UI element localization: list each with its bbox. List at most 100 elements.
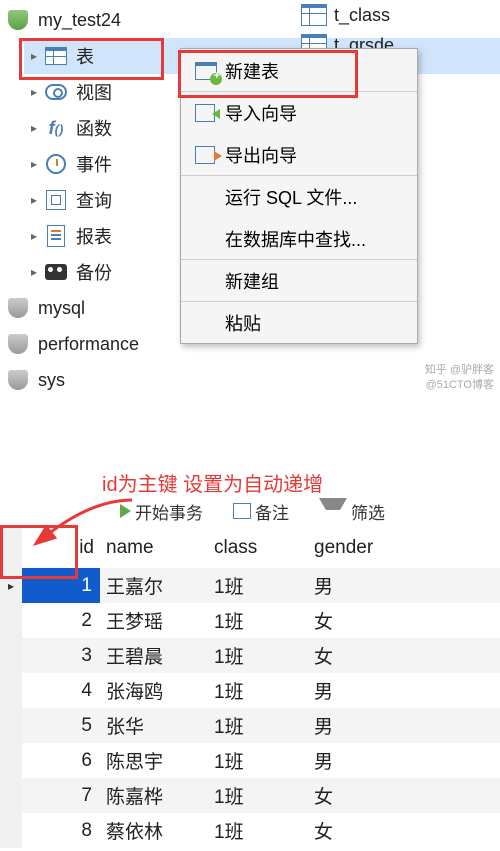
query-icon: [42, 188, 70, 212]
cell-name[interactable]: 王嘉尔: [100, 568, 208, 603]
cell-id[interactable]: 7: [22, 778, 100, 813]
row-marker: [0, 778, 22, 813]
expand-icon: ▸: [28, 85, 40, 99]
cell-name[interactable]: 陈思宇: [100, 743, 208, 778]
cell-class[interactable]: 1班: [208, 813, 308, 848]
menu-label: 导入向导: [225, 100, 297, 126]
database-label: sys: [38, 370, 65, 391]
expand-icon: ▸: [28, 157, 40, 171]
cell-gender[interactable]: 女: [308, 778, 408, 813]
cell-class[interactable]: 1班: [208, 673, 308, 708]
tree-label: 表: [76, 43, 94, 69]
menu-label: 在数据库中查找...: [225, 226, 366, 252]
cell-gender[interactable]: 男: [308, 568, 408, 603]
function-icon: f(): [42, 116, 70, 140]
database-label: mysql: [38, 298, 85, 319]
annotation-arrow: [32, 495, 142, 550]
cell-name[interactable]: 陈嘉桦: [100, 778, 208, 813]
menu-new-group[interactable]: 新建组: [181, 259, 417, 301]
menu-export-wizard[interactable]: 导出向导: [181, 133, 417, 175]
table-row[interactable]: 7陈嘉桦1班女: [0, 778, 500, 813]
menu-label: 新建表: [225, 58, 279, 84]
menu-find-in-db[interactable]: 在数据库中查找...: [181, 217, 417, 259]
expand-icon: ▸: [28, 229, 40, 243]
cell-class[interactable]: 1班: [208, 568, 308, 603]
table-row[interactable]: 4张海鸥1班男: [0, 673, 500, 708]
cell-id[interactable]: 4: [22, 673, 100, 708]
cell-class[interactable]: 1班: [208, 638, 308, 673]
expand-icon: ▸: [28, 49, 40, 63]
database-icon: [4, 332, 32, 356]
cell-id[interactable]: 1: [22, 568, 100, 603]
cell-id[interactable]: 6: [22, 743, 100, 778]
database-icon: [4, 368, 32, 392]
menu-label: 粘贴: [225, 310, 261, 336]
cell-id[interactable]: 2: [22, 603, 100, 638]
column-header-gender[interactable]: gender: [308, 528, 408, 568]
cell-class[interactable]: 1班: [208, 708, 308, 743]
cell-name[interactable]: 王梦瑶: [100, 603, 208, 638]
cell-name[interactable]: 王碧晨: [100, 638, 208, 673]
cell-class[interactable]: 1班: [208, 743, 308, 778]
table-entry-t_class[interactable]: t_class: [300, 0, 500, 30]
event-icon: [42, 152, 70, 176]
context-menu: + 新建表 导入向导 导出向导 运行 SQL 文件... 在数据库中查找... …: [180, 48, 418, 344]
cell-class[interactable]: 1班: [208, 603, 308, 638]
cell-name[interactable]: 张海鸥: [100, 673, 208, 708]
database-icon: [4, 8, 32, 32]
menu-import-wizard[interactable]: 导入向导: [181, 91, 417, 133]
table-row[interactable]: 8蔡依林1班女: [0, 813, 500, 848]
cell-class[interactable]: 1班: [208, 778, 308, 813]
cell-gender[interactable]: 男: [308, 673, 408, 708]
filter-icon: [319, 498, 347, 524]
row-marker: [0, 673, 22, 708]
annotation-text: id为主键 设置为自动递增: [102, 468, 323, 497]
column-header-class[interactable]: class: [208, 528, 308, 568]
cell-id[interactable]: 8: [22, 813, 100, 848]
table-icon: [300, 3, 328, 27]
row-marker: [0, 638, 22, 673]
backup-icon: [42, 260, 70, 284]
tree-label: 事件: [76, 151, 112, 177]
view-icon: [42, 80, 70, 104]
memo-button[interactable]: 备注: [233, 498, 289, 524]
table-row[interactable]: ▸1王嘉尔1班男: [0, 568, 500, 603]
cell-name[interactable]: 蔡依林: [100, 813, 208, 848]
row-marker: [0, 603, 22, 638]
watermark: 知乎 @驴胖客 @51CTO博客: [425, 363, 494, 392]
cell-gender[interactable]: 女: [308, 813, 408, 848]
row-marker: ▸: [0, 568, 22, 603]
cell-gender[interactable]: 男: [308, 708, 408, 743]
table-row[interactable]: 2王梦瑶1班女: [0, 603, 500, 638]
expand-icon: ▸: [28, 265, 40, 279]
filter-button[interactable]: 筛选: [319, 498, 385, 524]
row-marker: [0, 813, 22, 848]
toolbar: 开始事务 备注 筛选: [120, 498, 385, 524]
menu-label: 导出向导: [225, 142, 297, 168]
menu-new-table[interactable]: + 新建表: [181, 49, 417, 91]
expand-icon: ▸: [28, 193, 40, 207]
report-icon: [42, 224, 70, 248]
table-row[interactable]: 6陈思宇1班男: [0, 743, 500, 778]
new-table-icon: +: [195, 62, 225, 80]
import-icon: [195, 104, 225, 122]
menu-label: 运行 SQL 文件...: [225, 184, 357, 210]
table-row[interactable]: 3王碧晨1班女: [0, 638, 500, 673]
row-marker: [0, 743, 22, 778]
tree-label: 报表: [76, 223, 112, 249]
table-icon: [42, 44, 70, 68]
menu-paste[interactable]: 粘贴: [181, 301, 417, 343]
menu-label: 新建组: [225, 268, 279, 294]
tree-label: 函数: [76, 115, 112, 141]
cell-gender[interactable]: 男: [308, 743, 408, 778]
tree-label: 备份: [76, 259, 112, 285]
menu-run-sql[interactable]: 运行 SQL 文件...: [181, 175, 417, 217]
cell-id[interactable]: 3: [22, 638, 100, 673]
database-label: my_test24: [38, 10, 121, 31]
table-row[interactable]: 5张华1班男: [0, 708, 500, 743]
cell-gender[interactable]: 女: [308, 603, 408, 638]
table-label: t_class: [334, 5, 390, 26]
cell-id[interactable]: 5: [22, 708, 100, 743]
cell-name[interactable]: 张华: [100, 708, 208, 743]
cell-gender[interactable]: 女: [308, 638, 408, 673]
